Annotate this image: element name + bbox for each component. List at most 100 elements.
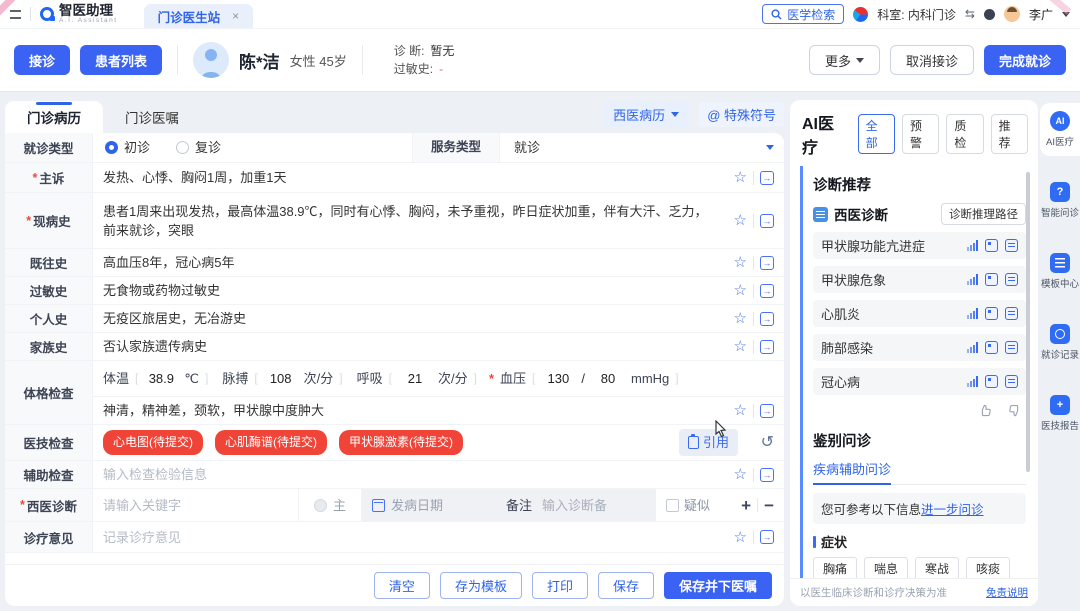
opinion-input[interactable]: 记录诊疗意见 [93,522,720,552]
evidence-icon[interactable] [985,239,998,252]
service-type-value[interactable]: 就诊 [500,138,720,157]
radio-first-visit[interactable]: 初诊 [93,138,150,157]
knowledge-icon[interactable] [1005,239,1018,252]
radio-return-visit[interactable]: 复诊 [176,138,221,157]
knowledge-icon[interactable] [1005,307,1018,320]
save-snippet-icon[interactable] [760,284,774,298]
save-as-template-button[interactable]: 存为模板 [440,572,522,599]
add-diagnosis-button[interactable]: + [741,497,751,514]
save-snippet-icon[interactable] [760,468,774,482]
thumbs-down-icon[interactable] [1007,403,1022,418]
ai-tab-all[interactable]: 全部 [858,114,895,154]
tab-disease-assisted-inquiry[interactable]: 疾病辅助问诊 [813,459,891,485]
symptom-tag[interactable]: 胸痛 [813,557,857,578]
family-history-input[interactable]: 否认家族遗传病史 [93,333,720,360]
tab-outpatient-orders[interactable]: 门诊医嘱 [103,101,201,133]
symptom-tag[interactable]: 咳痰 [966,557,1010,578]
pending-exam-tag[interactable]: 心肌酶谱(待提交) [215,430,327,455]
present-illness-input[interactable]: 患者1周来出现发热，最高体温38.9℃，同时有心悸、胸闷，未予重视，昨日症状加重… [93,193,720,248]
allergy-history-input[interactable]: 无食物或药物过敏史 [93,277,720,304]
evidence-icon[interactable] [985,341,998,354]
clear-button[interactable]: 清空 [374,572,430,599]
patient-list-button[interactable]: 患者列表 [80,45,162,75]
undo-icon[interactable]: ↺ [761,435,774,451]
cancel-visit-button[interactable]: 取消接诊 [890,45,974,75]
aux-exam-input[interactable]: 输入检查检验信息 [93,461,720,488]
bp-diastolic-input[interactable]: 80 [591,369,625,388]
remove-diagnosis-button[interactable]: − [764,497,774,514]
favorite-icon[interactable]: ☆ [734,255,747,270]
scrollbar[interactable] [1026,172,1030,472]
symptom-tag[interactable]: 喘息 [864,557,908,578]
favorite-icon[interactable]: ☆ [734,403,747,418]
tab-outpatient-station[interactable]: 门诊医生站 × [144,4,254,28]
diagnosis-suggestion[interactable]: 甲状腺危象 [813,266,1026,293]
evidence-icon[interactable] [985,375,998,388]
save-snippet-icon[interactable] [760,530,774,544]
pending-exam-tag[interactable]: 甲状腺激素(待提交) [339,430,463,455]
thumbs-up-icon[interactable] [978,403,993,418]
chief-complaint-input[interactable]: 发热、心悸、胸闷1周，加重1天 [93,163,720,192]
sidebar-item-visit-records[interactable]: 就诊记录 [1040,316,1080,369]
knowledge-icon[interactable] [1005,375,1018,388]
sidebar-item-tech-reports[interactable]: + 医技报告 [1040,387,1080,440]
sidebar-item-template-center[interactable]: 模板中心 [1040,245,1080,298]
save-snippet-icon[interactable] [760,256,774,270]
diagnosis-remark-input[interactable]: 备注 输入诊断备 [506,489,656,521]
temperature-input[interactable]: 38.9 [144,369,178,388]
ai-tab-quality[interactable]: 质检 [946,114,983,154]
diagnosis-keyword-input[interactable]: 请输入关键字 [93,489,298,521]
favorite-icon[interactable]: ☆ [734,213,747,228]
favorite-icon[interactable]: ☆ [734,467,747,482]
save-snippet-icon[interactable] [760,404,774,418]
symptom-tag[interactable]: 寒战 [915,557,959,578]
ai-tab-warning[interactable]: 预警 [902,114,939,154]
favorite-icon[interactable]: ☆ [734,283,747,298]
diagnosis-suggestion[interactable]: 冠心病 [813,368,1026,395]
save-snippet-icon[interactable] [760,312,774,326]
complete-visit-button[interactable]: 完成就诊 [984,45,1066,75]
favorite-icon[interactable]: ☆ [734,311,747,326]
respiration-input[interactable]: 21 [398,369,432,388]
diagnosis-suggestion[interactable]: 甲状腺功能亢进症 [813,232,1026,259]
user-name[interactable]: 李广 [1029,6,1053,23]
save-and-order-button[interactable]: 保存并下医嘱 [664,572,772,599]
save-snippet-icon[interactable] [760,171,774,185]
print-button[interactable]: 打印 [532,572,588,599]
save-button[interactable]: 保存 [598,572,654,599]
save-snippet-icon[interactable] [760,340,774,354]
onset-date-picker[interactable]: 发病日期 [362,489,506,521]
special-symbols-button[interactable]: @ 特殊符号 [699,102,784,127]
past-history-input[interactable]: 高血压8年，冠心病5年 [93,249,720,276]
tab-outpatient-record[interactable]: 门诊病历 [5,101,103,133]
ai-tab-recommend[interactable]: 推荐 [991,114,1028,154]
switch-department-icon[interactable]: ⇆ [965,7,975,21]
receive-patient-button[interactable]: 接诊 [14,45,70,75]
more-button[interactable]: 更多 [809,45,880,75]
quote-button[interactable]: 引用 [679,429,738,456]
pulse-input[interactable]: 108 [264,369,298,388]
evidence-icon[interactable] [985,307,998,320]
favorite-icon[interactable]: ☆ [734,530,747,545]
sidebar-item-smart-inquiry[interactable]: ? 智能问诊 [1040,174,1080,227]
menu-icon[interactable] [10,10,21,19]
personal-history-input[interactable]: 无疫区旅居史，无冶游史 [93,305,720,332]
user-avatar[interactable] [1004,6,1020,22]
diagnosis-suggestion[interactable]: 肺部感染 [813,334,1026,361]
evidence-icon[interactable] [985,273,998,286]
reasoning-path-button[interactable]: 诊断推理路径 [941,203,1026,225]
diagnosis-suggestion[interactable]: 心肌炎 [813,300,1026,327]
knowledge-icon[interactable] [1005,341,1018,354]
disclaimer-link[interactable]: 免责说明 [986,585,1028,600]
medical-search-button[interactable]: 医学检索 [762,4,844,24]
favorite-icon[interactable]: ☆ [734,339,747,354]
favorite-icon[interactable]: ☆ [734,170,747,185]
pending-exam-tag[interactable]: 心电图(待提交) [103,430,203,455]
knowledge-icon[interactable] [1005,273,1018,286]
bp-systolic-input[interactable]: 130 [541,369,575,388]
suspected-checkbox[interactable]: 疑似 [656,489,720,521]
physical-exam-note-input[interactable]: 神清，精神差，颈软，甲状腺中度肿大 [93,397,720,424]
primary-diagnosis-radio[interactable]: 主 [298,489,362,521]
save-snippet-icon[interactable] [760,214,774,228]
further-inquiry-link[interactable]: 进一步问诊 [921,503,984,517]
